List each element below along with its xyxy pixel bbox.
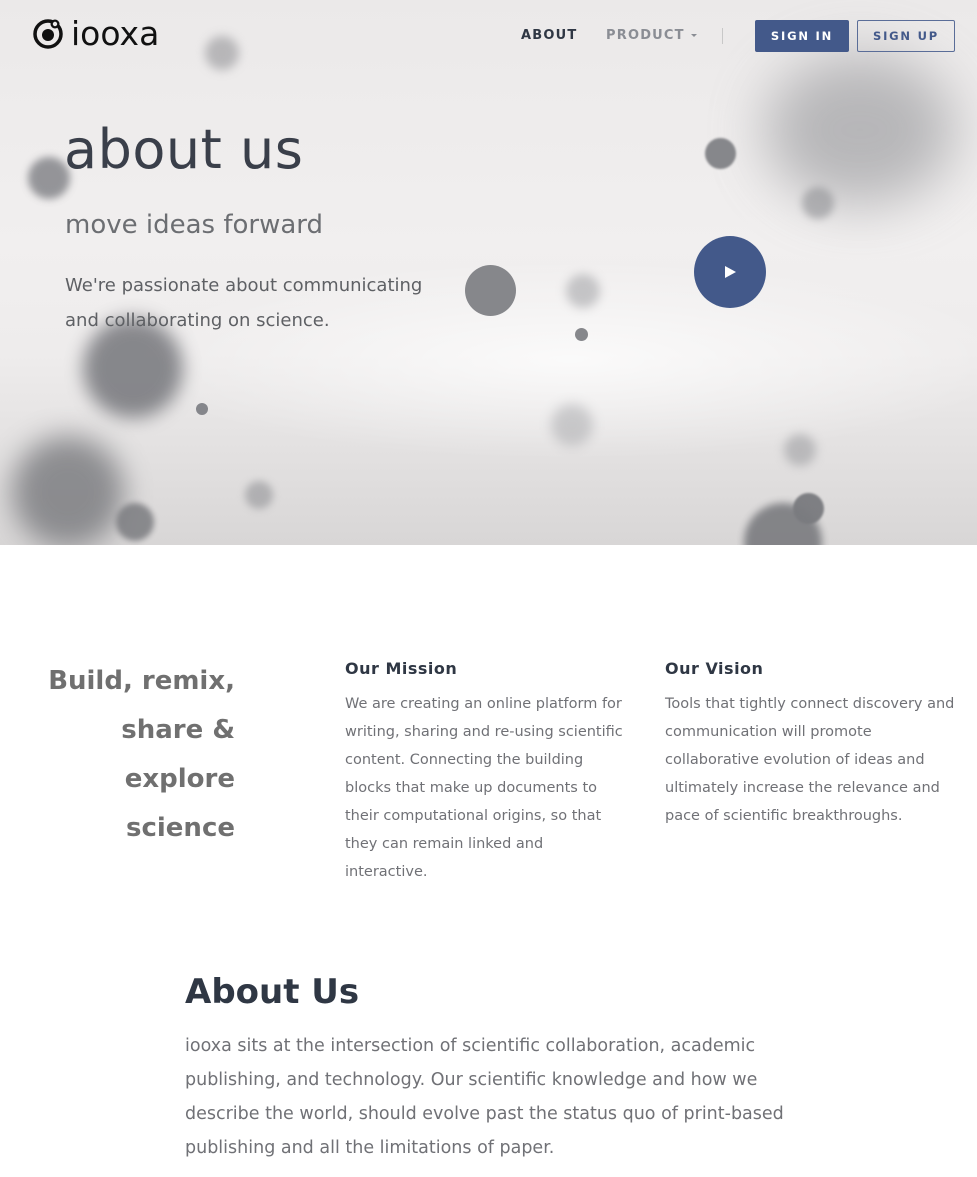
decorative-bubble (765, 55, 955, 205)
play-icon (725, 266, 736, 278)
decorative-bubble (196, 403, 208, 415)
sign-up-button[interactable]: SIGN UP (857, 20, 955, 52)
nav-product-label: PRODUCT (606, 28, 685, 43)
about-title: About Us (185, 972, 360, 1012)
logo-wordmark: iooxa (71, 14, 160, 53)
caret-down-icon (690, 34, 697, 37)
decorative-bubble (784, 434, 816, 466)
decorative-bubble (245, 481, 273, 509)
top-nav: iooxa ABOUT PRODUCT SIGN IN SIGN UP (0, 0, 977, 72)
logo-icon (33, 19, 63, 49)
mission-text: We are creating an online platform for w… (345, 696, 623, 880)
mission-tagline: Build, remix, share & explore science (48, 666, 235, 843)
sign-in-button[interactable]: SIGN IN (755, 20, 849, 52)
about-text: iooxa sits at the intersection of scient… (185, 1036, 784, 1158)
logo-link[interactable]: iooxa (32, 14, 160, 53)
mission-title: Our Mission (345, 659, 458, 678)
hero-section: about us move ideas forward We're passio… (0, 0, 977, 545)
nav-product-dropdown[interactable]: PRODUCT (606, 28, 697, 43)
decorative-bubble (802, 187, 834, 219)
vision-text: Tools that tightly connect discovery and… (665, 696, 955, 824)
decorative-bubble (12, 436, 124, 545)
nav-divider (722, 28, 723, 44)
vision-title: Our Vision (665, 659, 764, 678)
decorative-bubble (575, 328, 588, 341)
hero-description: We're passionate about communicating and… (65, 275, 423, 331)
hero-subtitle: move ideas forward (65, 210, 324, 240)
decorative-bubble (705, 138, 736, 169)
hero-title: about us (64, 118, 304, 181)
play-video-button[interactable] (694, 236, 766, 308)
nav-about-link[interactable]: ABOUT (521, 28, 577, 43)
decorative-bubble (566, 274, 600, 308)
decorative-bubble (116, 503, 154, 541)
decorative-bubble (465, 265, 516, 316)
decorative-bubble (551, 404, 593, 446)
